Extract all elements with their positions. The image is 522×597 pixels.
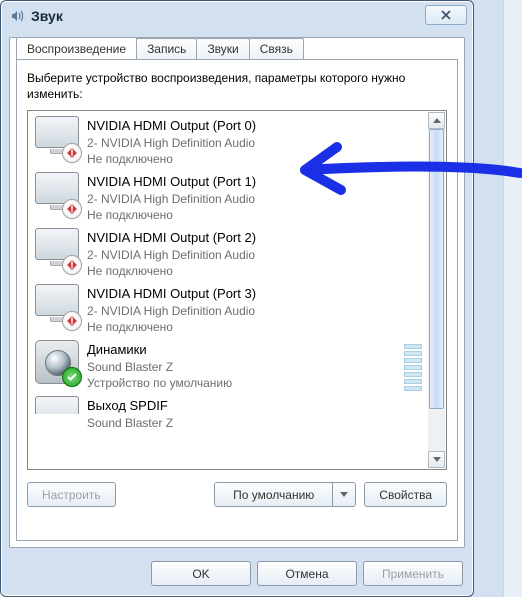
set-default-dropdown[interactable] — [333, 483, 355, 506]
level-meter — [404, 344, 422, 391]
scroll-up-button[interactable] — [428, 112, 445, 129]
device-desc: 2- NVIDIA High Definition Audio — [87, 135, 422, 151]
device-name: Выход SPDIF — [87, 397, 422, 415]
chevron-down-icon — [340, 492, 348, 497]
device-desc: 2- NVIDIA High Definition Audio — [87, 303, 422, 319]
ok-button[interactable]: OK — [151, 561, 251, 586]
digital-out-icon — [35, 396, 79, 418]
monitor-icon — [35, 284, 79, 328]
monitor-icon — [35, 116, 79, 160]
speaker-icon — [9, 8, 25, 24]
instruction-text: Выберите устройство воспроизведения, пар… — [27, 70, 447, 102]
scroll-track[interactable] — [428, 129, 445, 451]
device-item[interactable]: NVIDIA HDMI Output (Port 2) 2- NVIDIA Hi… — [29, 224, 428, 280]
monitor-icon — [35, 228, 79, 272]
configure-button[interactable]: Настроить — [27, 482, 116, 507]
device-name: NVIDIA HDMI Output (Port 0) — [87, 117, 422, 135]
error-badge-icon — [62, 199, 82, 219]
device-list[interactable]: NVIDIA HDMI Output (Port 0) 2- NVIDIA Hi… — [27, 110, 447, 470]
device-status: Не подключено — [87, 319, 422, 335]
tab-communications[interactable]: Связь — [249, 38, 304, 60]
device-name: NVIDIA HDMI Output (Port 1) — [87, 173, 422, 191]
device-item[interactable]: NVIDIA HDMI Output (Port 1) 2- NVIDIA Hi… — [29, 168, 428, 224]
close-button[interactable] — [425, 5, 467, 25]
titlebar[interactable]: Звук — [1, 1, 473, 31]
window-title: Звук — [31, 8, 63, 24]
outer-scrollbar[interactable] — [503, 0, 522, 597]
device-desc: Sound Blaster Z — [87, 415, 422, 431]
apply-button[interactable]: Применить — [363, 561, 463, 586]
error-badge-icon — [62, 311, 82, 331]
device-name: NVIDIA HDMI Output (Port 3) — [87, 285, 422, 303]
device-item[interactable]: Выход SPDIF Sound Blaster Z — [29, 392, 428, 422]
properties-button[interactable]: Свойства — [364, 482, 447, 507]
device-item[interactable]: NVIDIA HDMI Output (Port 3) 2- NVIDIA Hi… — [29, 280, 428, 336]
tab-strip: Воспроизведение Запись Звуки Связь — [16, 37, 303, 59]
speaker-device-icon — [35, 340, 79, 384]
tab-sounds[interactable]: Звуки — [196, 38, 249, 60]
device-item[interactable]: NVIDIA HDMI Output (Port 0) 2- NVIDIA Hi… — [29, 112, 428, 168]
scroll-down-button[interactable] — [428, 451, 445, 468]
tab-sheet: Воспроизведение Запись Звуки Связь Выбер… — [9, 37, 465, 548]
device-desc: Sound Blaster Z — [87, 359, 400, 375]
device-status: Не подключено — [87, 207, 422, 223]
device-status: Устройство по умолчанию — [87, 375, 400, 391]
scroll-thumb[interactable] — [429, 129, 444, 409]
device-status: Не подключено — [87, 151, 422, 167]
default-badge-icon — [62, 367, 82, 387]
tab-recording[interactable]: Запись — [136, 38, 197, 60]
tab-playback[interactable]: Воспроизведение — [16, 37, 137, 59]
list-scrollbar[interactable] — [428, 112, 445, 468]
chevron-up-icon — [433, 118, 441, 123]
device-desc: 2- NVIDIA High Definition Audio — [87, 247, 422, 263]
device-status: Не подключено — [87, 263, 422, 279]
device-name: NVIDIA HDMI Output (Port 2) — [87, 229, 422, 247]
device-name: Динамики — [87, 341, 400, 359]
cancel-button[interactable]: Отмена — [257, 561, 357, 586]
set-default-button[interactable]: По умолчанию — [215, 483, 333, 506]
set-default-split-button[interactable]: По умолчанию — [214, 482, 356, 507]
error-badge-icon — [62, 143, 82, 163]
device-desc: 2- NVIDIA High Definition Audio — [87, 191, 422, 207]
error-badge-icon — [62, 255, 82, 275]
device-item[interactable]: Динамики Sound Blaster Z Устройство по у… — [29, 336, 428, 392]
tab-body-playback: Выберите устройство воспроизведения, пар… — [16, 59, 458, 541]
sound-dialog: Звук Воспроизведение Запись Звуки Связь … — [0, 0, 474, 597]
monitor-icon — [35, 172, 79, 216]
chevron-down-icon — [433, 457, 441, 462]
